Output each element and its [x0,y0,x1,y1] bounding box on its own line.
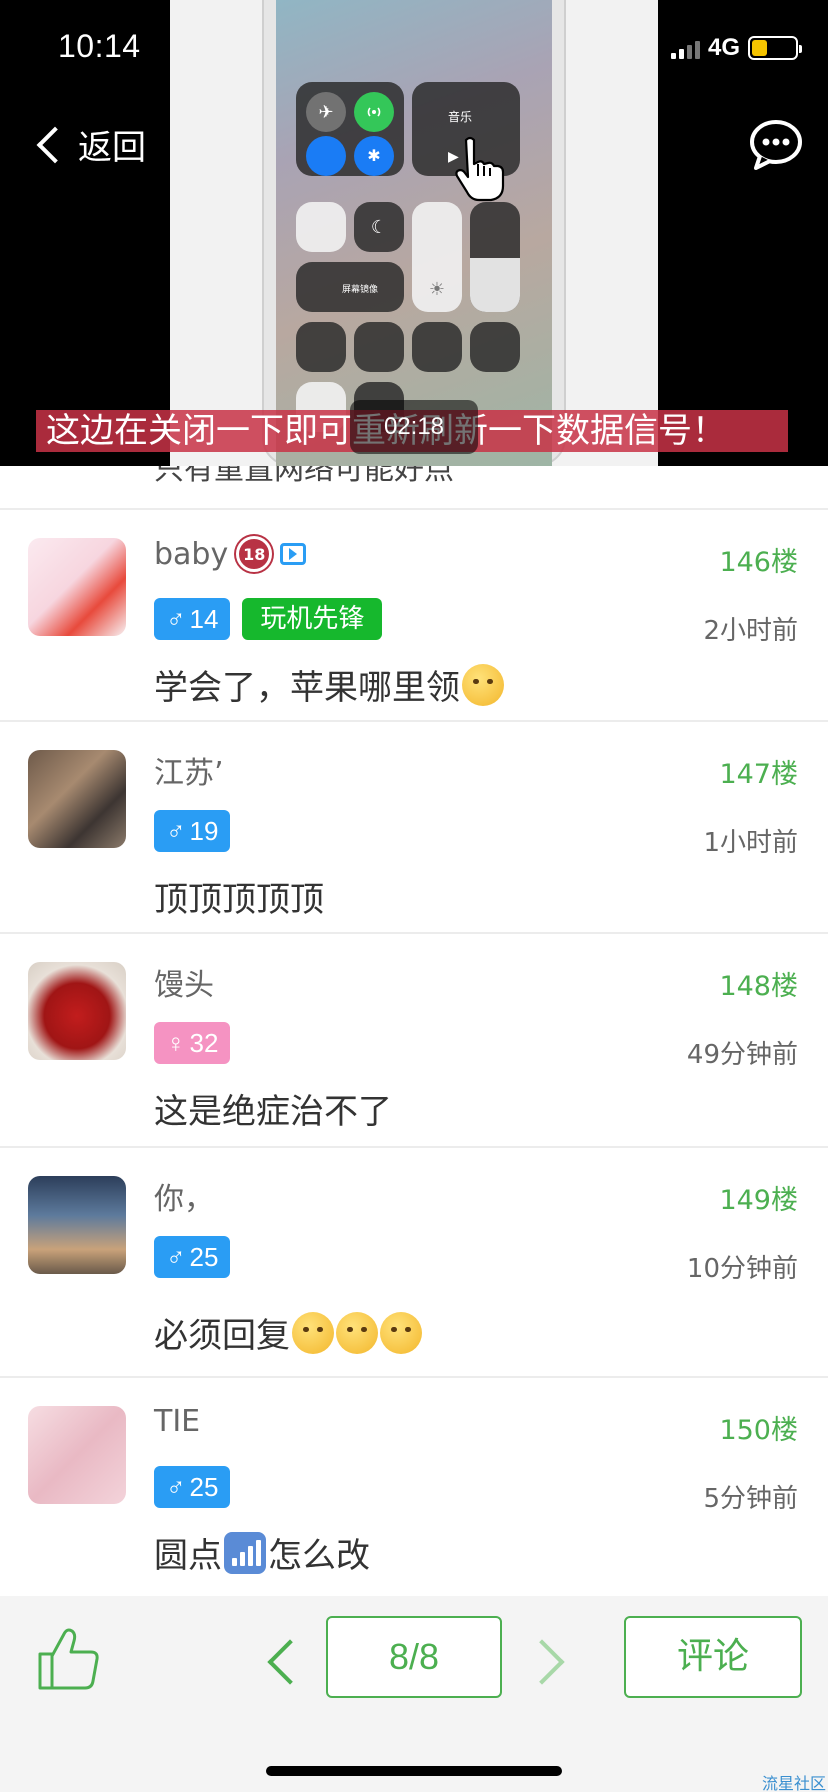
avatar[interactable] [28,750,126,848]
pointer-hand-icon [455,136,505,202]
camera-icon [470,322,520,372]
chat-bubble-icon[interactable] [748,118,804,170]
floor-number: 149楼 [719,1185,798,1216]
male-icon: ♂ [166,1242,186,1272]
floor-number: 147楼 [719,759,798,790]
control-center-screen: ✈ ✱ 音乐 ▶ ☾ 屏幕镜像 ☀ [276,0,552,466]
gender-level-badge: ♂ 14 [154,598,231,640]
username[interactable]: 馒头 [154,960,214,1004]
floor-number: 150楼 [719,1415,798,1446]
home-indicator[interactable] [266,1766,562,1776]
post-time: 5分钟前 [703,1484,798,1514]
female-icon: ♀ [166,1028,186,1058]
airplane-icon: ✈ [306,92,346,132]
comment-text: 必须回复 [154,1308,422,1357]
bottom-toolbar: 8/8 评论 流星社区 [0,1596,828,1792]
list-item[interactable]: TIE 150楼 ♂ 25 5分钟前 圆点 怎么改 [0,1378,828,1592]
male-icon: ♂ [166,816,186,846]
list-item: 只有重置网络可能好点 [0,466,828,510]
post-time: 2小时前 [703,616,798,646]
video-frame: ✈ ✱ 音乐 ▶ ☾ 屏幕镜像 ☀ [170,0,658,466]
status-time: 10:14 [58,28,141,64]
network-type: 4G [707,34,740,61]
signal-bars-emoji-icon [224,1531,266,1574]
status-icons: 4G [670,34,802,62]
comment-text: 只有重置网络可能好点 [154,466,454,487]
signal-icon [670,37,700,59]
flashlight-icon [296,322,346,372]
chevron-left-icon [36,126,74,163]
male-icon: ♂ [166,604,186,634]
video-player[interactable]: ✈ ✱ 音乐 ▶ ☾ 屏幕镜像 ☀ 10:14 4G 返回 02:18 [0,0,828,466]
battery-icon [748,36,802,60]
music-label: 音乐 [448,110,473,124]
age-18-icon: 18 [236,536,273,572]
comment-text: 顶顶顶顶顶 [154,880,324,920]
wifi-icon [306,136,346,176]
list-item[interactable]: 江苏’ 147楼 ♂ 19 1小时前 顶顶顶顶顶 [0,722,828,934]
user-badges: ♀ 32 [154,1022,231,1064]
watermark: 流星社区 [761,1774,826,1792]
post-time: 49分钟前 [686,1040,798,1070]
comment-list[interactable]: 只有重置网络可能好点 baby 18 146楼 ♂ 14 玩机先锋 2小时前 学会… [0,466,828,1592]
username[interactable]: baby 18 [154,536,307,572]
male-icon: ♂ [166,1472,186,1502]
comment-button[interactable]: 评论 [624,1616,802,1698]
comment-text: 学会了，苹果哪里领 [154,660,504,709]
avatar[interactable] [28,538,126,636]
avatar[interactable] [28,962,126,1060]
volume-slider [470,202,520,312]
username[interactable]: TIE [154,1404,200,1439]
back-label: 返回 [78,128,146,168]
smile-emoji-icon [292,1311,334,1354]
user-badges: ♂ 19 [154,810,231,852]
user-badges: ♂ 25 [154,1236,231,1278]
screen-mirroring-label: 屏幕镜像 [342,285,379,295]
title-badge: 玩机先锋 [242,598,383,640]
gender-level-badge: ♂ 25 [154,1236,231,1278]
back-button[interactable]: 返回 [36,120,146,169]
post-time: 10分钟前 [686,1254,798,1284]
list-item[interactable]: 你， 149楼 ♂ 25 10分钟前 必须回复 [0,1148,828,1378]
bluetooth-icon: ✱ [354,136,394,176]
sun-icon: ☀ [428,278,446,299]
rotation-lock-icon [296,202,346,252]
cellular-icon [354,92,394,132]
user-badges: ♂ 14 玩机先锋 [154,598,383,640]
list-item[interactable]: 馒头 148楼 ♀ 32 49分钟前 这是绝症治不了 [0,934,828,1148]
floor-number: 148楼 [719,971,798,1002]
thinking-emoji-icon [336,1311,378,1354]
username[interactable]: 江苏’ [154,748,224,792]
avatar[interactable] [28,1406,126,1504]
thinking-emoji-icon [380,1311,422,1354]
thumbs-up-icon[interactable] [34,1622,106,1694]
gender-level-badge: ♀ 32 [154,1022,231,1064]
comment-text: 这是绝症治不了 [154,1092,392,1132]
previous-page-button[interactable] [262,1636,302,1688]
smirk-emoji-icon [462,663,504,706]
user-badges: ♂ 25 [154,1466,231,1508]
list-item[interactable]: baby 18 146楼 ♂ 14 玩机先锋 2小时前 学会了，苹果哪里领 [0,510,828,722]
post-time: 1小时前 [703,828,798,858]
username[interactable]: 你， [154,1174,214,1218]
video-timestamp: 02:18 [350,400,478,454]
calculator-icon [412,322,462,372]
next-page-button[interactable] [526,1636,566,1688]
comment-text: 圆点 怎么改 [154,1528,370,1577]
page-indicator[interactable]: 8/8 [326,1616,502,1698]
gender-level-badge: ♂ 25 [154,1466,231,1508]
video-icon [280,543,307,565]
timer-icon [354,322,404,372]
avatar[interactable] [28,1176,126,1274]
floor-number: 146楼 [719,547,798,578]
gender-level-badge: ♂ 19 [154,810,231,852]
